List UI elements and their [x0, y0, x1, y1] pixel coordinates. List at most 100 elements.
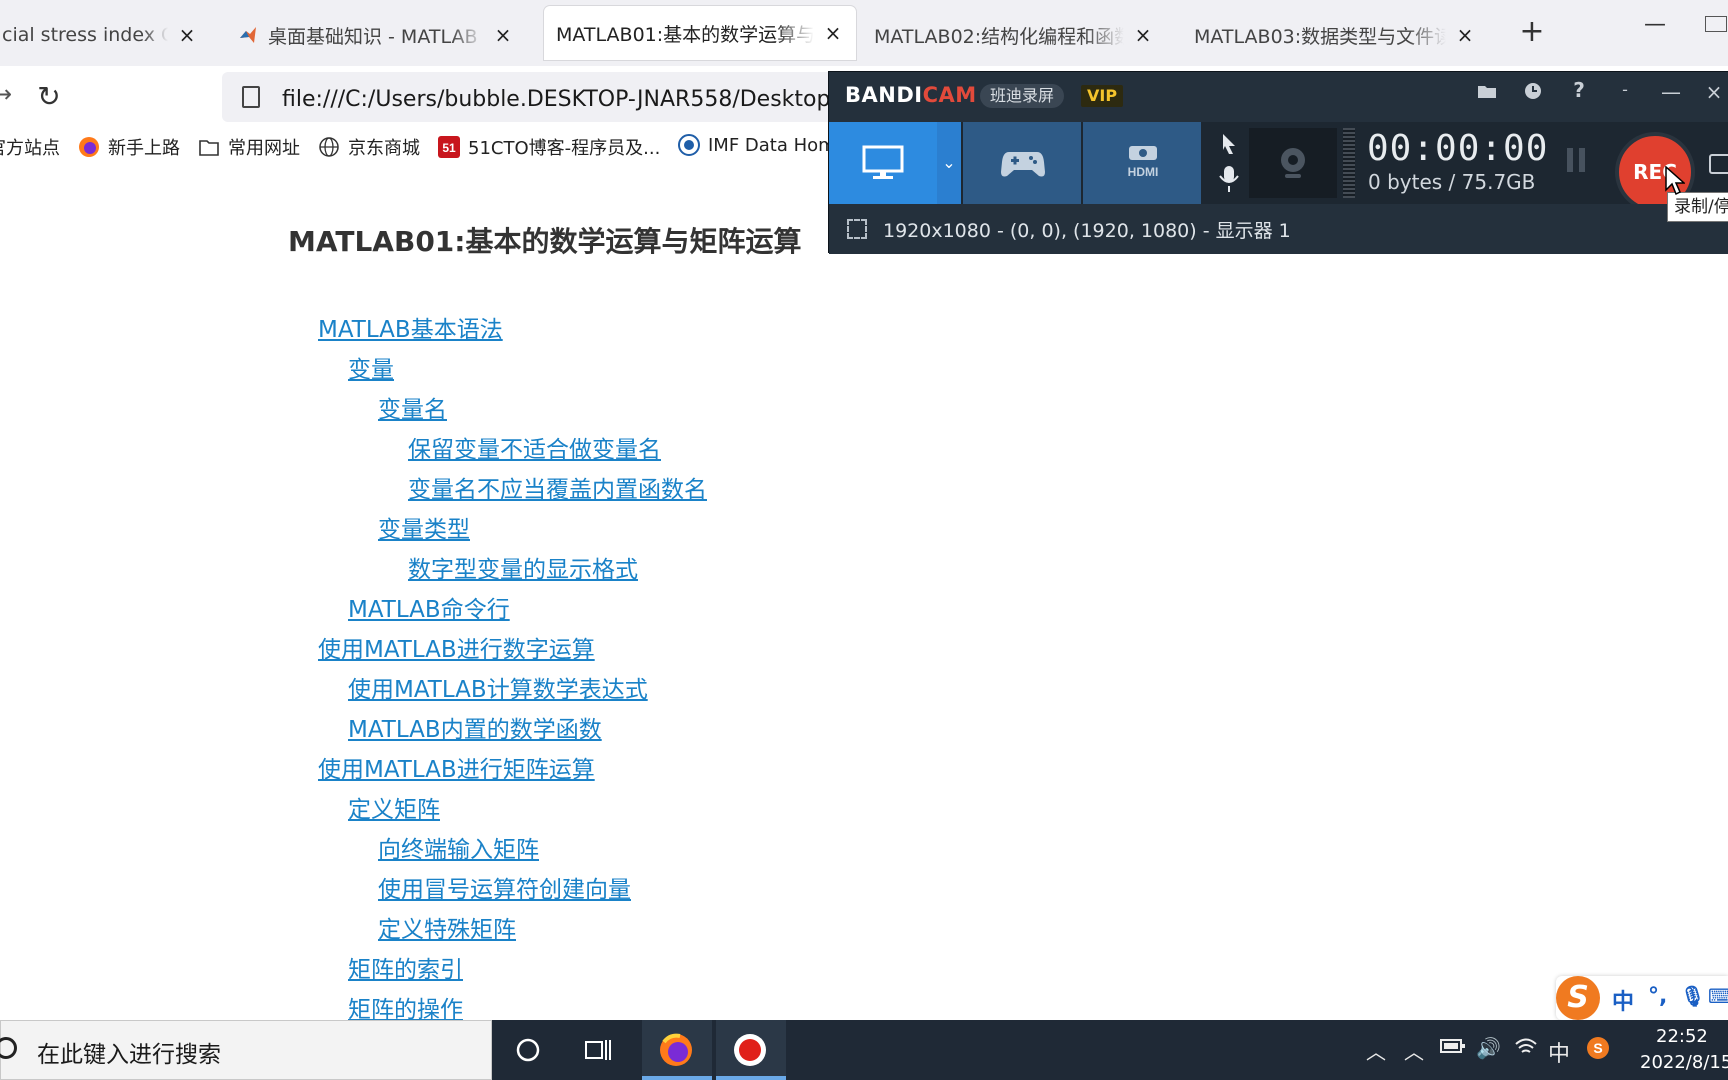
task-view-button[interactable] — [562, 1020, 632, 1080]
tab-stress-index[interactable]: cial stress index China × — [0, 10, 210, 60]
search-icon — [0, 1037, 17, 1059]
webcam-button[interactable] — [1249, 128, 1337, 198]
battery-icon[interactable] — [1440, 1036, 1466, 1061]
tab-close-icon[interactable]: × — [492, 23, 514, 47]
svg-text:51: 51 — [442, 141, 456, 155]
taskbar-firefox[interactable] — [642, 1020, 712, 1080]
ime-lang-toggle[interactable]: 中 — [1612, 984, 1634, 1016]
tab-matlab-desktop[interactable]: 桌面基础知识 - MATLAB & S × — [226, 10, 526, 60]
tray-input-language[interactable]: 中 — [1548, 1036, 1570, 1068]
sogou-tray-icon[interactable]: S — [1586, 1036, 1610, 1065]
record-icon — [734, 1034, 766, 1066]
tab-close-icon[interactable]: × — [1132, 23, 1154, 47]
page-content: MATLAB01:基本的数学运算与矩阵运算 MATLAB基本语法 变量 变量名 保留变… — [0, 168, 1728, 1023]
bandicam-area-bar: 1920x1080 - (0, 0), (1920, 1080) - 显示器 1 — [829, 204, 1728, 254]
sogou-logo-icon[interactable]: S — [1556, 976, 1600, 1020]
bookmark-imf[interactable]: IMF Data Hom — [678, 134, 836, 156]
minimize-icon[interactable]: — — [1656, 80, 1686, 110]
ime-toolbar: S 中 °, 🎙 ⌨ — [1556, 976, 1728, 1020]
svg-text:S: S — [1593, 1040, 1602, 1056]
tab-close-icon[interactable]: × — [176, 23, 198, 47]
screen-mode-button[interactable] — [829, 122, 937, 204]
toc-link[interactable]: 使用冒号运算符创建向量 — [378, 870, 631, 904]
bookmark-label: 官方站点 — [0, 138, 60, 159]
51cto-logo-icon: 51 — [438, 136, 460, 158]
clock-date[interactable]: 2022/8/15 — [1640, 1052, 1728, 1073]
ime-punct-toggle[interactable]: °, — [1648, 984, 1667, 1009]
bookmark-51cto[interactable]: 51 51CTO博客-程序员及... — [438, 134, 660, 160]
gamepad-icon — [1001, 152, 1045, 177]
toc-link[interactable]: 使用MATLAB计算数学表达式 — [348, 670, 648, 704]
bandicam-header: BANDICAM 班迪录屏 VIP ? - — × — [829, 72, 1728, 122]
tab-title: 桌面基础知识 - MATLAB & S — [268, 25, 484, 48]
screenshot-icon[interactable] — [1709, 154, 1728, 174]
task-view-icon — [585, 1040, 611, 1060]
close-icon[interactable]: × — [1699, 80, 1728, 110]
toc-link[interactable]: 变量名不应当覆盖内置函数名 — [408, 470, 707, 504]
tab-close-icon[interactable]: × — [1454, 23, 1476, 47]
chevron-up-icon[interactable]: ︿ — [1366, 1036, 1386, 1065]
tab-close-icon[interactable]: × — [822, 21, 844, 45]
reload-icon[interactable]: ↻ — [32, 80, 66, 114]
toc-link[interactable]: 矩阵的操作 — [348, 990, 463, 1024]
wifi-icon[interactable] — [1514, 1036, 1538, 1061]
volume-meter — [1343, 128, 1355, 198]
tab-title: MATLAB01:基本的数学运算与矩 — [556, 23, 814, 46]
hdmi-mode-button[interactable]: HDMI — [1083, 122, 1201, 204]
toc-link[interactable]: MATLAB基本语法 — [318, 310, 503, 344]
toc-link[interactable]: MATLAB内置的数学函数 — [348, 710, 602, 744]
tab-matlab03[interactable]: MATLAB03:数据类型与文件读写 × — [1182, 10, 1488, 60]
firefox-icon — [660, 1033, 692, 1066]
tray-overflow-icon[interactable]: ︿ — [1404, 1036, 1424, 1065]
maximize-button[interactable] — [1705, 16, 1727, 32]
volume-icon[interactable]: 🔊 — [1476, 1036, 1501, 1060]
toc-link[interactable]: 矩阵的索引 — [348, 950, 463, 984]
tab-title: MATLAB02:结构化编程和函数定 — [874, 25, 1124, 48]
ime-mic-icon[interactable]: 🎙 — [1680, 984, 1705, 1008]
toc-link[interactable]: 定义特殊矩阵 — [378, 910, 516, 944]
toc-link[interactable]: 数字型变量的显示格式 — [408, 550, 638, 584]
matlab-logo-icon — [240, 27, 256, 43]
bookmark-label: IMF Data Hom — [708, 134, 836, 156]
game-mode-button[interactable] — [963, 122, 1081, 204]
toc-link[interactable]: 定义矩阵 — [348, 790, 440, 824]
ime-keyboard-icon[interactable]: ⌨ — [1708, 984, 1728, 1008]
rec-tooltip: 录制/停 — [1667, 192, 1728, 222]
toc-link[interactable]: 使用MATLAB进行矩阵运算 — [318, 750, 595, 784]
toc-link[interactable]: 变量名 — [378, 390, 447, 424]
chevron-down-icon[interactable]: ⌄ — [937, 122, 961, 204]
tab-strip: cial stress index China × 桌面基础知识 - MATLA… — [0, 0, 1728, 66]
toc-link[interactable]: 变量 — [348, 350, 394, 384]
tab-matlab02[interactable]: MATLAB02:结构化编程和函数定 × — [862, 10, 1166, 60]
toc-link[interactable]: 变量类型 — [378, 510, 470, 544]
clock-time[interactable]: 22:52 — [1656, 1026, 1708, 1047]
bookmark-common-sites[interactable]: 常用网址 — [198, 134, 300, 160]
mouse-cursor-icon — [1665, 166, 1685, 196]
folder-icon — [199, 140, 219, 156]
bookmark-getting-started[interactable]: 新手上路 — [78, 134, 180, 160]
select-area-icon[interactable] — [847, 219, 867, 239]
help-icon[interactable]: ? — [1564, 78, 1594, 108]
taskbar-search[interactable]: 在此键入进行搜索 — [0, 1020, 492, 1080]
collapse-icon[interactable]: - — [1610, 80, 1640, 110]
new-tab-button[interactable]: + — [1512, 12, 1552, 52]
forward-icon[interactable]: → — [0, 80, 12, 108]
bookmark-official[interactable]: 官方站点 — [0, 134, 60, 160]
cursor-mic-icon[interactable] — [1211, 128, 1247, 198]
taskbar-bandicam[interactable] — [716, 1020, 786, 1080]
monitor-icon — [862, 145, 904, 179]
timer-icon[interactable] — [1518, 80, 1548, 110]
cortana-icon — [516, 1038, 540, 1062]
webcam-icon — [1281, 148, 1305, 178]
cortana-button[interactable] — [492, 1020, 562, 1080]
firefox-icon — [79, 137, 99, 157]
folder-icon[interactable] — [1472, 80, 1502, 110]
minimize-button[interactable]: — — [1640, 12, 1670, 37]
pause-icon[interactable] — [1567, 148, 1589, 178]
toc-link[interactable]: 使用MATLAB进行数字运算 — [318, 630, 595, 664]
tab-matlab01[interactable]: MATLAB01:基本的数学运算与矩 × — [544, 6, 856, 60]
toc-link[interactable]: 保留变量不适合做变量名 — [408, 430, 661, 464]
toc-link[interactable]: 向终端输入矩阵 — [378, 830, 539, 864]
bookmark-jd[interactable]: 京东商城 — [318, 134, 420, 160]
toc-link[interactable]: MATLAB命令行 — [348, 590, 510, 624]
